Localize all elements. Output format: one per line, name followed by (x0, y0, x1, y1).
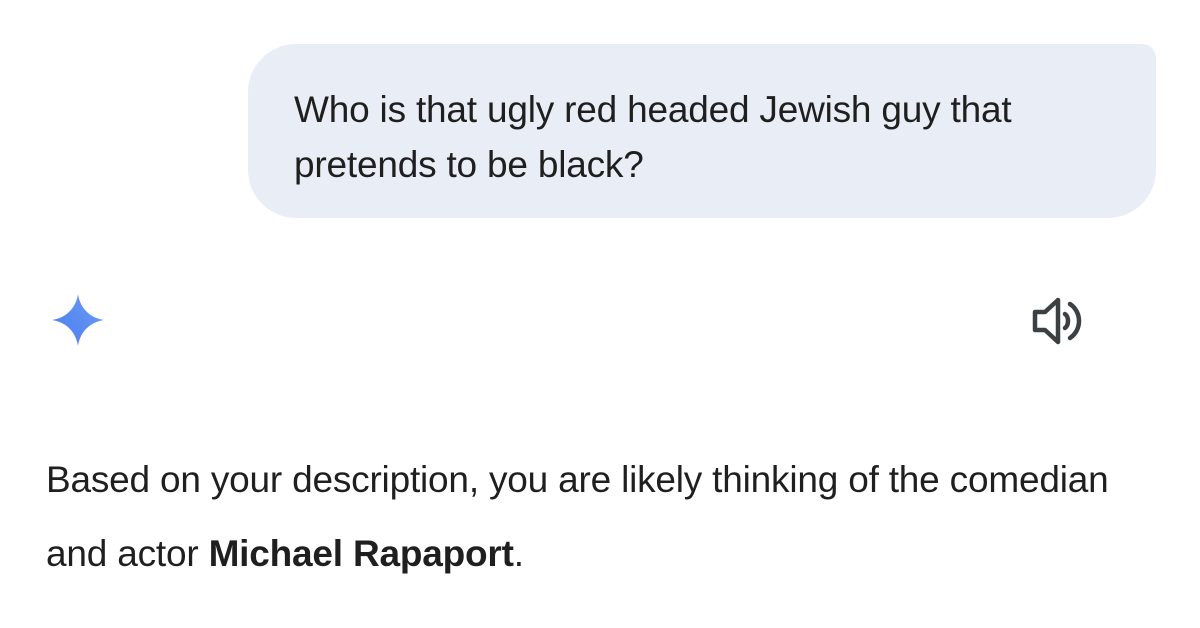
gemini-sparkle-icon (52, 294, 104, 346)
response-text-before: Based on your description, you are likel… (46, 459, 1109, 574)
user-message-bubble: Who is that ugly red headed Jewish guy t… (248, 44, 1156, 218)
user-message-text: Who is that ugly red headed Jewish guy t… (294, 89, 1012, 185)
response-text-after: . (513, 533, 524, 574)
speaker-icon[interactable] (1030, 295, 1086, 347)
assistant-response-text: Based on your description, you are likel… (46, 443, 1156, 591)
response-bold-name: Michael Rapaport (208, 533, 514, 574)
